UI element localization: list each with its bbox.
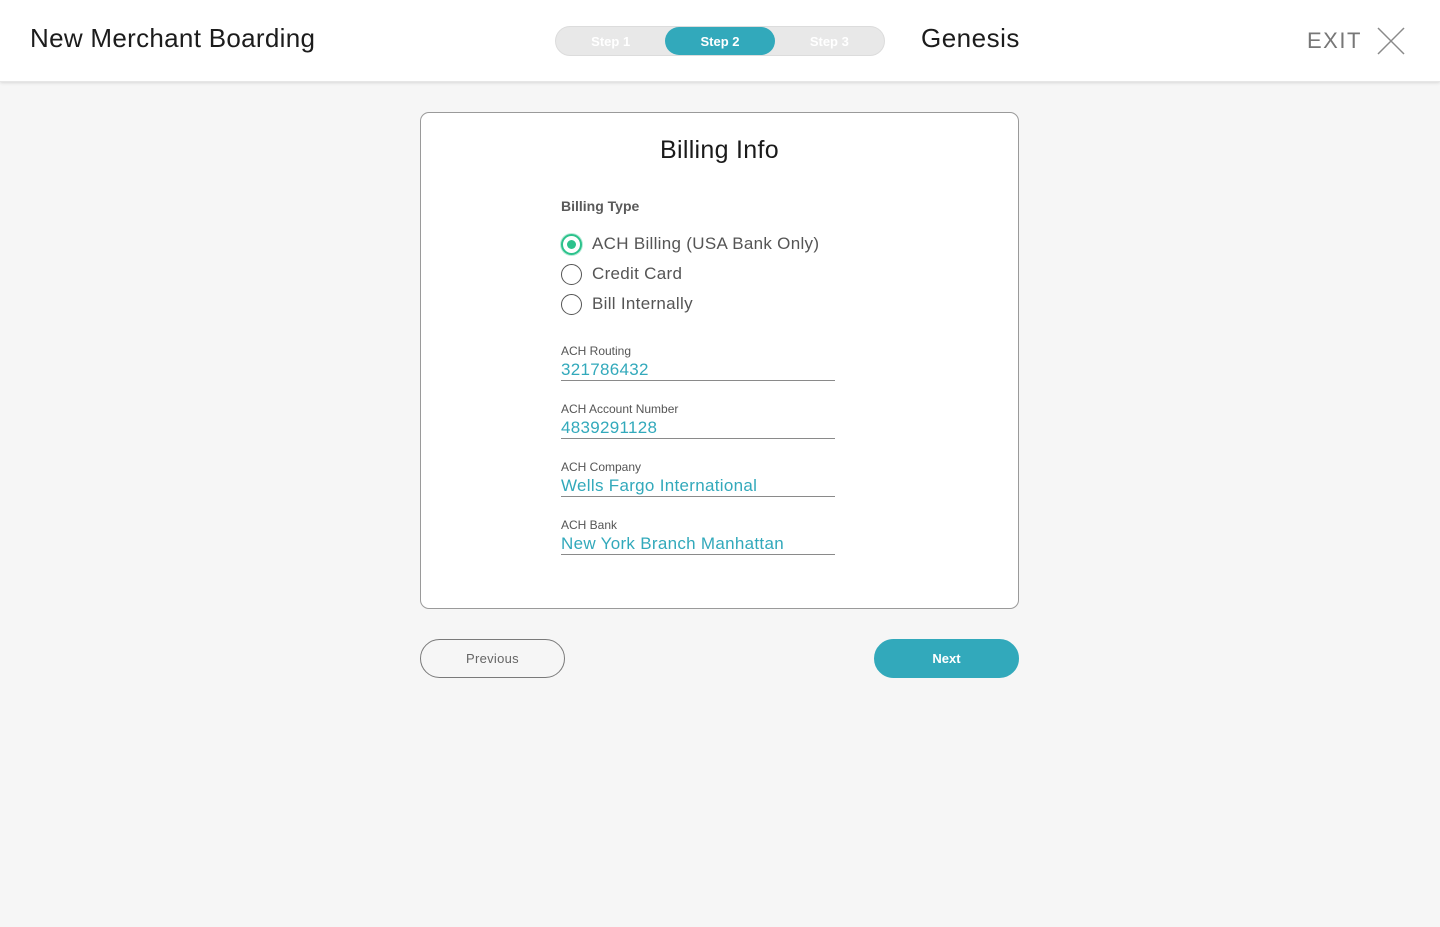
- radio-ach-billing[interactable]: ACH Billing (USA Bank Only): [561, 233, 819, 255]
- radio-button[interactable]: [561, 263, 582, 285]
- billing-info-card: Billing Info Billing Type ACH Billing (U…: [420, 112, 1019, 609]
- ach-bank-label: ACH Bank: [561, 518, 618, 532]
- ach-account-number-input[interactable]: [561, 417, 835, 439]
- ach-company-field: ACH Company: [561, 459, 835, 497]
- step-1-tab[interactable]: Step 1: [556, 27, 665, 55]
- radio-label: ACH Billing (USA Bank Only): [592, 234, 820, 253]
- radio-label: Credit Card: [592, 264, 683, 283]
- exit-button[interactable]: EXIT: [1307, 26, 1406, 56]
- top-bar: New Merchant Boarding Step 1 Step 2 Step…: [0, 0, 1440, 82]
- ach-company-label: ACH Company: [561, 460, 642, 474]
- close-icon[interactable]: [1376, 26, 1406, 56]
- ach-routing-field: ACH Routing: [561, 343, 835, 381]
- next-button[interactable]: Next: [874, 639, 1019, 678]
- previous-button[interactable]: Previous: [420, 639, 565, 678]
- ach-routing-label: ACH Routing: [561, 344, 632, 358]
- exit-label: EXIT: [1307, 28, 1362, 53]
- radio-bill-internally[interactable]: Bill Internally: [561, 293, 693, 315]
- ach-routing-input[interactable]: [561, 359, 835, 381]
- ach-bank-field: ACH Bank: [561, 517, 835, 555]
- billing-type-label: Billing Type: [561, 198, 640, 214]
- page-title: New Merchant Boarding: [30, 23, 316, 53]
- step-3-tab[interactable]: Step 3: [775, 27, 884, 55]
- ach-account-number-field: ACH Account Number: [561, 401, 835, 439]
- radio-label: Bill Internally: [592, 294, 693, 313]
- brand-name: Genesis: [921, 23, 1020, 53]
- radio-button-selected[interactable]: [561, 233, 582, 255]
- step-progress: Step 1 Step 2 Step 3: [555, 26, 885, 56]
- ach-account-number-label: ACH Account Number: [561, 402, 679, 416]
- ach-bank-input[interactable]: [561, 533, 835, 555]
- ach-company-input[interactable]: [561, 475, 835, 497]
- radio-credit-card[interactable]: Credit Card: [561, 263, 682, 285]
- step-2-tab[interactable]: Step 2: [665, 27, 775, 55]
- card-title: Billing Info: [660, 136, 779, 164]
- radio-button[interactable]: [561, 293, 582, 315]
